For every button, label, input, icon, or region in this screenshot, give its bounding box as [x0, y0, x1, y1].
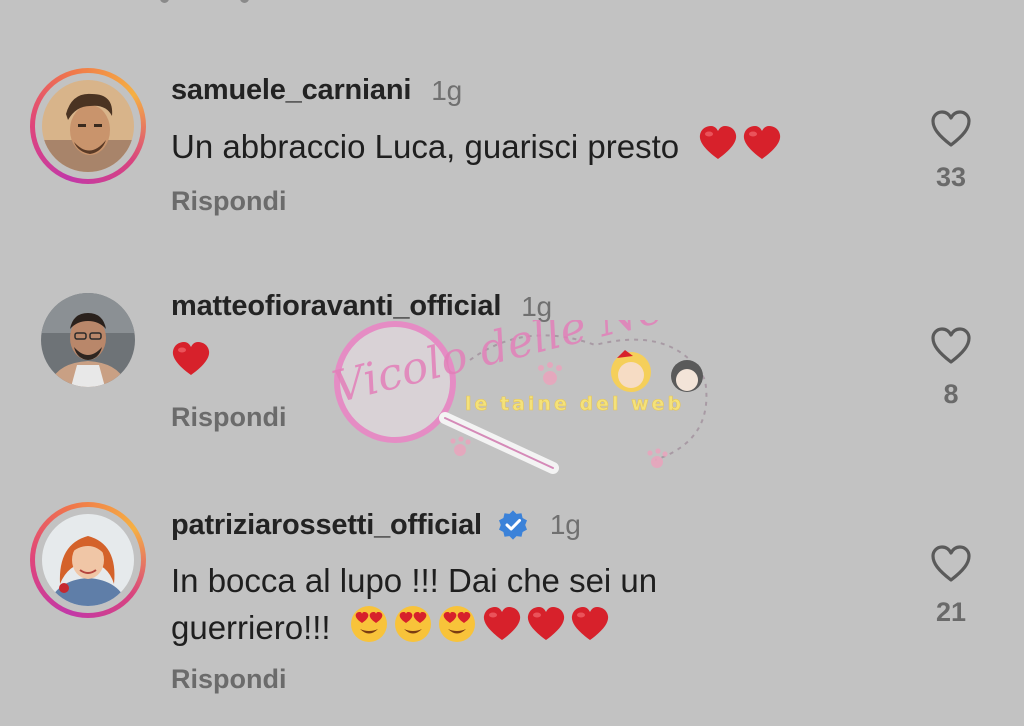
heart-outline-icon[interactable] — [925, 545, 977, 583]
heart-outline-icon[interactable] — [925, 110, 977, 148]
like-count: 33 — [935, 162, 967, 192]
red-heart-icon — [526, 606, 566, 654]
like-control: 21 — [925, 545, 977, 628]
red-heart-icon — [742, 125, 782, 173]
avatar-wrapper[interactable] — [30, 282, 146, 398]
avatar — [42, 514, 134, 606]
username[interactable]: samuele_carniani — [171, 74, 411, 107]
like-control: 33 — [925, 110, 977, 193]
red-heart-icon — [570, 606, 610, 654]
avatar — [41, 293, 135, 387]
avatar — [42, 80, 134, 172]
reply-button[interactable]: Rispondi — [171, 186, 287, 217]
comment-text-line: guerriero!!! — [171, 605, 851, 655]
comment-time: 1g — [431, 74, 462, 106]
heart-eyes-icon — [394, 605, 432, 655]
avatar-story-ring[interactable] — [30, 68, 146, 184]
red-heart-icon — [482, 606, 522, 654]
like-control: 8 — [925, 327, 977, 410]
verified-badge-icon — [496, 508, 530, 542]
watermark-tagline: le taine del web — [465, 393, 684, 415]
red-heart-icon — [698, 125, 738, 173]
username[interactable]: patriziarossetti_official — [171, 509, 482, 542]
like-count: 21 — [935, 597, 967, 627]
top-cutoff-row — [0, 0, 1024, 8]
comment-text: In bocca al lupo !!! Dai che sei un guer… — [171, 558, 851, 655]
comment-text-content: guerriero!!! — [171, 609, 331, 646]
reply-button[interactable]: Rispondi — [171, 402, 287, 433]
reply-button[interactable]: Rispondi — [171, 664, 287, 695]
comment-text-content: Un abbraccio Luca, guarisci presto — [171, 128, 680, 165]
heart-outline-icon[interactable] — [925, 327, 977, 365]
comment-time: 1g — [549, 509, 581, 540]
like-count: 8 — [943, 379, 959, 409]
comment-text — [171, 340, 851, 389]
comment-text-line: In bocca al lupo !!! Dai che sei un — [171, 562, 658, 599]
heart-eyes-icon — [350, 605, 388, 655]
avatar-story-ring[interactable] — [30, 502, 146, 618]
comment-time: 1g — [521, 290, 552, 322]
comment-text: Un abbraccio Luca, guarisci presto — [171, 124, 851, 173]
heart-eyes-icon — [438, 605, 476, 655]
username[interactable]: matteofioravanti_official — [171, 290, 501, 323]
red-heart-icon — [171, 341, 211, 389]
